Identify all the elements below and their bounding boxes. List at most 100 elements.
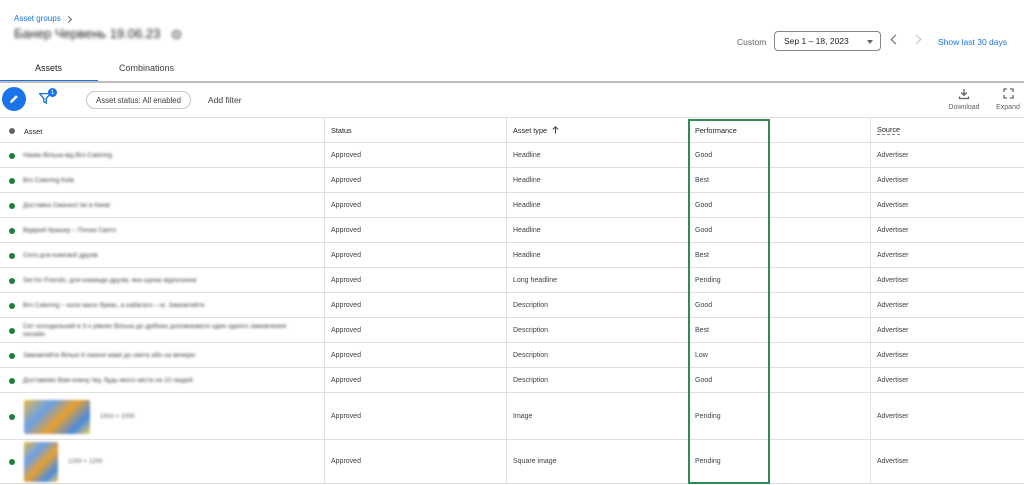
column-header-status[interactable]: Status [324,118,506,142]
chevron-left-icon[interactable] [890,34,901,45]
performance-cell: Best [688,318,870,342]
asset-type-cell: Description [506,318,688,342]
enabled-status-dot-icon [9,202,15,209]
status-cell: Approved [324,393,506,439]
table-row[interactable]: Bro Catering Київ Approved Headline Best Adv… [0,168,1024,193]
chevron-right-icon [64,15,72,23]
asset-cell[interactable]: Доставимо Вам кожну їжу, будь-якого міст… [0,368,324,392]
asset-text: Сет холодильний в 3-х рівнях Вільна до д… [23,322,287,338]
download-button[interactable]: Download [945,88,983,114]
status-cell-text: Approved [331,276,361,284]
status-cell-text: Approved [331,251,361,259]
asset-cell[interactable]: Відкрий Крашку – Почни Свято [0,218,324,242]
asset-text: Set for Friends: для команди друзів, яка… [23,276,197,284]
pencil-icon [10,95,18,103]
asset-cell[interactable]: Bro Catering – коли мало буває, а набага… [0,293,324,317]
asset-type-cell: Long headline [506,268,688,292]
tab-combinations[interactable]: Combinations [119,63,174,73]
image-dimensions: 1200 × 1200 [68,458,103,465]
source-cell-text: Advertiser [877,226,909,234]
add-filter-button[interactable]: Add filter [208,95,242,105]
performance-cell: Good [688,293,870,317]
source-cell: Advertiser [870,368,1024,392]
status-cell: Approved [324,218,506,242]
performance-cell-text: Good [695,226,713,234]
table-row[interactable]: 1910 × 1000 Approved Image Pending Advertise… [0,393,1024,440]
asset-type-cell: Square image [506,440,688,483]
table-row[interactable]: Bro Catering – коли мало буває, а набага… [0,293,1024,318]
edit-button[interactable] [2,87,26,111]
tab-assets[interactable]: Assets [35,63,62,73]
source-cell-text: Advertiser [877,251,909,259]
asset-type-cell: Description [506,293,688,317]
asset-cell[interactable]: Сети для компанії друзів [0,243,324,267]
tabs-divider [0,81,1024,83]
assets-table: Asset Status Asset type Performance Sour… [0,117,1024,484]
breadcrumb-link[interactable]: Asset groups [14,14,61,23]
table-header-row: Asset Status Asset type Performance Sour… [0,118,1024,143]
status-cell-text: Approved [331,412,361,420]
column-header-source[interactable]: Source [870,118,1024,142]
table-row[interactable]: Сети для компанії друзів Approved Headline… [0,243,1024,268]
source-cell-text: Advertiser [877,412,909,420]
asset-text: Замовляйте Вільні й смачні мамі до свята… [23,351,196,359]
chevron-right-icon[interactable] [911,34,922,45]
asset-type-cell: Headline [506,168,688,192]
image-dimensions: 1910 × 1000 [100,412,135,420]
breadcrumb[interactable]: Asset groups [14,14,72,23]
table-row[interactable]: Сет холодильний в 3-х рівнях Вільна до д… [0,318,1024,343]
asset-cell[interactable]: 1910 × 1000 [0,393,324,439]
table-row[interactable]: Set for Friends: для команди друзів, яка… [0,268,1024,293]
enabled-status-dot-icon [9,252,15,259]
status-cell-text: Approved [331,351,361,359]
table-row[interactable]: Відкрий Крашку – Почни Свято Approved Head… [0,218,1024,243]
source-cell-text: Advertiser [877,301,909,309]
asset-cell[interactable]: Замовляйте Вільні й смачні мамі до свята… [0,343,324,367]
performance-cell: Best [688,243,870,267]
performance-cell-text: Pending [695,276,721,284]
asset-image-thumbnail[interactable] [24,442,58,482]
download-icon [958,89,970,100]
performance-cell: Low [688,343,870,367]
table-row[interactable]: Замовляйте Вільні й смачні мамі до свята… [0,343,1024,368]
column-header-performance[interactable]: Performance [688,118,870,142]
table-row[interactable]: Назва Вільна від Bro Catering Approved Hea… [0,143,1024,168]
table-row[interactable]: Доставимо Вам кожну їжу, будь-якого міст… [0,368,1024,393]
date-range-select[interactable]: Sep 1 – 18, 2023 [774,31,881,51]
performance-cell: Best [688,168,870,192]
asset-cell[interactable]: Set for Friends: для команди друзів, яка… [0,268,324,292]
enabled-status-dot-icon [9,377,15,384]
asset-type-cell-text: Headline [513,226,541,234]
show-last-30-days-link[interactable]: Show last 30 days [938,37,1007,47]
performance-cell-text: Good [695,376,713,384]
asset-image-thumbnail[interactable] [24,399,90,434]
asset-type-cell-text: Description [513,326,549,334]
asset-cell[interactable]: Bro Catering Київ [0,168,324,192]
source-cell-text: Advertiser [877,376,909,384]
asset-text: Відкрий Крашку – Почни Свято [23,226,117,234]
source-cell-text: Advertiser [877,458,909,465]
source-cell-text: Advertiser [877,276,909,284]
column-header-asset[interactable]: Asset [0,118,324,142]
asset-type-cell-text: Long headline [513,276,557,284]
performance-cell-text: Good [695,201,713,209]
asset-cell[interactable]: 1200 × 1200 [0,440,324,483]
status-cell: Approved [324,293,506,317]
asset-type-cell-text: Image [513,412,533,420]
asset-type-cell-text: Description [513,376,549,384]
table-row[interactable]: Доставка Смачної їжі в Києві Approved Head… [0,193,1024,218]
info-icon[interactable] [171,29,182,40]
asset-cell[interactable]: Сет холодильний в 3-х рівнях Вільна до д… [0,318,324,342]
asset-status-filter-chip[interactable]: Asset status: All enabled [86,91,191,109]
column-header-asset-type[interactable]: Asset type [506,118,688,142]
dropdown-caret-icon [867,40,873,44]
expand-button[interactable]: Expand [993,88,1023,114]
asset-cell[interactable]: Доставка Смачної їжі в Києві [0,193,324,217]
performance-cell-text: Pending [695,458,721,465]
source-cell: Advertiser [870,318,1024,342]
asset-cell[interactable]: Назва Вільна від Bro Catering [0,143,324,167]
asset-text: Сети для компанії друзів [23,251,98,259]
table-body: Назва Вільна від Bro Catering Approved Hea… [0,143,1024,484]
performance-cell-text: Good [695,301,713,309]
table-row[interactable]: 1200 × 1200 Approved Square image Pending Ad… [0,440,1024,484]
